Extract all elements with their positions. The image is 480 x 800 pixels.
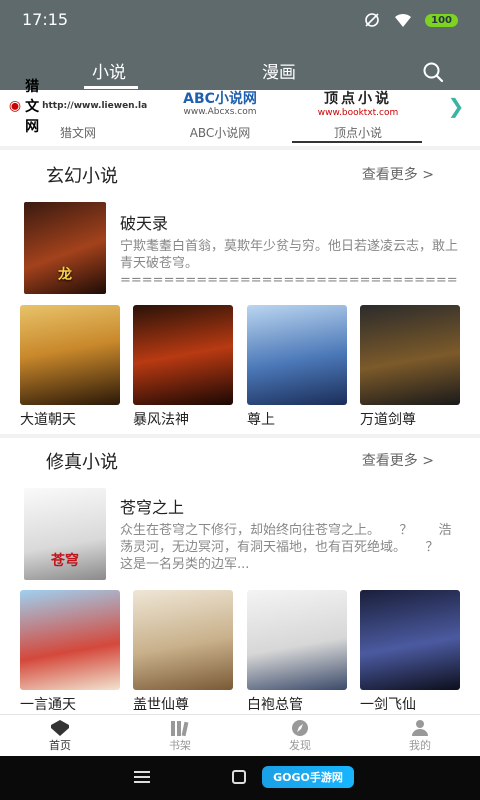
book-title[interactable]: 一剑飞仙 <box>360 694 416 714</box>
cover-art <box>247 305 347 405</box>
book-cover-featured[interactable]: 龙 <box>24 202 106 294</box>
book-cover[interactable] <box>247 305 347 405</box>
source-item-abc[interactable]: ABC小说网 www.Abcxs.com ABC小说网 <box>160 90 280 146</box>
book-title[interactable]: 盖世仙尊 <box>133 694 189 714</box>
bottom-tab-bookshelf[interactable]: 书架 <box>150 719 210 753</box>
book-title[interactable]: 大道朝天 <box>20 409 76 429</box>
source-logo-liewen: ◉ 猎文网 http://www.liewen.la <box>8 79 148 135</box>
book-cover[interactable] <box>133 590 233 690</box>
active-tab-indicator <box>84 86 138 89</box>
status-icons: 100 <box>363 11 458 29</box>
reader-icon: ◉ <box>8 98 22 114</box>
book-cover-featured[interactable]: 苍穹 <box>24 488 106 580</box>
wifi-icon <box>395 13 412 27</box>
source-item-liewen[interactable]: ◉ 猎文网 http://www.liewen.la 猎文网 <box>9 79 147 146</box>
source-label: 顶点小说 <box>333 126 382 140</box>
search-icon[interactable] <box>422 61 444 83</box>
book-cover[interactable] <box>20 590 120 690</box>
source-logo-abc: ABC小说网 www.Abcxs.com <box>183 91 257 117</box>
status-bar: 17:15 100 <box>0 0 480 40</box>
source-item-partial[interactable]: ❯ <box>436 90 476 146</box>
home-button[interactable] <box>232 770 246 784</box>
source-selector: ◉ 猎文网 http://www.liewen.la 猎文网 ABC小说网 www.… <box>0 79 480 146</box>
book-cover[interactable] <box>247 590 347 690</box>
view-more-link[interactable]: 查看更多 > <box>362 450 434 470</box>
menu-icon[interactable] <box>134 770 150 784</box>
cover-art <box>20 590 120 690</box>
book-title[interactable]: 尊上 <box>247 409 275 429</box>
source-logo-dingdian: 顶点小说 www.booktxt.com <box>317 91 399 118</box>
tab-comics[interactable]: 漫画 <box>262 58 296 83</box>
cover-art <box>133 590 233 690</box>
bookshelf-icon <box>171 721 189 737</box>
alarm-off-icon <box>365 13 379 27</box>
status-time: 17:15 <box>22 10 69 29</box>
cover-art <box>360 590 460 690</box>
section-divider <box>0 146 480 150</box>
section-title: 玄幻小说 <box>46 166 118 187</box>
system-navigation-bar: GOGO手游网 <box>0 756 480 800</box>
home-icon <box>51 720 69 736</box>
cover-art <box>133 305 233 405</box>
book-description: 宁欺耄耋白首翁，莫欺年少贫与穷。他日若遂凌云志，敢上青天破苍穹。========… <box>120 239 458 288</box>
app-screen: 17:15 100 小说 漫画 ◉ 猎文网 http://www.liewen.l… <box>0 0 480 800</box>
book-cover[interactable] <box>20 305 120 405</box>
source-label: 猎文网 <box>59 126 96 140</box>
section-divider <box>0 434 480 438</box>
bottom-tab-label: 书架 <box>169 739 191 752</box>
source-label: ABC小说网 <box>189 126 251 140</box>
section-title: 修真小说 <box>46 452 118 473</box>
cover-art <box>360 305 460 405</box>
bottom-tab-label: 我的 <box>409 739 431 752</box>
book-description: 众生在苍穹之下修行，却始终向往苍穹之上。 ？ 浩荡灵河，无边冥河，有洞天福地，也… <box>120 523 458 572</box>
book-title[interactable]: 万道剑尊 <box>360 409 416 429</box>
profile-icon <box>412 720 428 736</box>
book-title[interactable]: 白袍总管 <box>247 694 303 714</box>
book-cover[interactable] <box>360 590 460 690</box>
bottom-tab-home[interactable]: 首页 <box>30 719 90 753</box>
battery-indicator: 100 <box>425 13 458 27</box>
watermark-logo: GOGO手游网 <box>262 766 354 788</box>
bottom-tab-label: 发现 <box>289 739 311 752</box>
book-title[interactable]: 一言通天 <box>20 694 76 714</box>
bottom-tab-profile[interactable]: 我的 <box>390 719 450 753</box>
bottom-tab-label: 首页 <box>49 739 71 752</box>
cover-art <box>20 305 120 405</box>
tab-novels[interactable]: 小说 <box>92 58 126 83</box>
top-navigation: 小说 漫画 <box>0 40 480 90</box>
book-icon: ❯ <box>447 94 465 118</box>
book-cover[interactable] <box>133 305 233 405</box>
bottom-tab-bar: 首页 书架 发现 我的 <box>0 714 480 756</box>
compass-icon <box>292 720 308 736</box>
book-title[interactable]: 暴风法神 <box>133 409 189 429</box>
active-source-indicator <box>292 141 422 143</box>
bottom-tab-discover[interactable]: 发现 <box>270 719 330 753</box>
view-more-link[interactable]: 查看更多 > <box>362 164 434 184</box>
cover-calligraphy-art: 苍穹 <box>51 553 79 569</box>
source-item-dingdian[interactable]: 顶点小说 www.booktxt.com 顶点小说 <box>296 90 420 146</box>
cover-art <box>247 590 347 690</box>
book-title-featured[interactable]: 苍穹之上 <box>120 494 184 518</box>
book-title-featured[interactable]: 破天录 <box>120 210 168 234</box>
book-cover[interactable] <box>360 305 460 405</box>
cover-dragon-art: 龙 <box>58 267 72 283</box>
